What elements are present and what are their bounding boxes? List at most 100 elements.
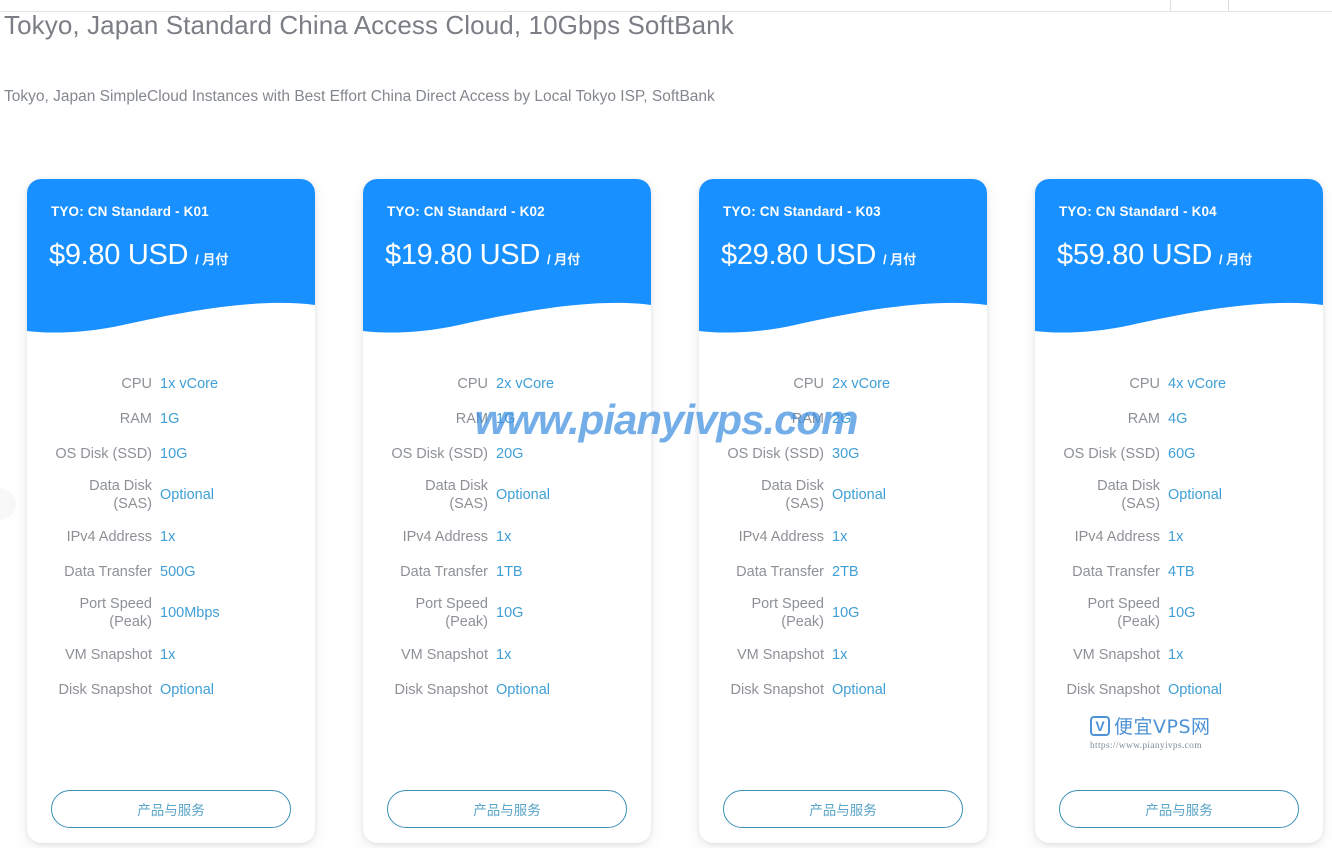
spec-row: Disk Snapshot Optional [27, 673, 315, 708]
spec-row: RAM 1G [27, 402, 315, 437]
spec-row: OS Disk (SSD) 10G [27, 437, 315, 472]
spec-row: Port Speed (Peak) 10G [1035, 590, 1323, 638]
products-and-services-button[interactable]: 产品与服务 [387, 790, 627, 828]
products-and-services-button[interactable]: 产品与服务 [1059, 790, 1299, 828]
spec-value: 10G [160, 445, 188, 462]
spec-row: VM Snapshot 1x [27, 638, 315, 673]
spec-label: OS Disk (SSD) [55, 445, 152, 462]
price-row: $29.80 USD / 月付 [721, 239, 916, 272]
spec-label: RAM [1127, 410, 1160, 427]
spec-label: OS Disk (SSD) [1063, 445, 1160, 462]
spec-row: VM Snapshot 1x [1035, 638, 1323, 673]
spec-label: Disk Snapshot [1066, 681, 1161, 698]
spec-value: 500G [160, 563, 196, 580]
spec-row: OS Disk (SSD) 60G [1035, 437, 1323, 472]
spec-value: 1G [160, 410, 180, 427]
plan-name: TYO: CN Standard - K02 [387, 204, 545, 219]
spec-label: VM Snapshot [1072, 646, 1160, 663]
spec-label: IPv4 Address [1074, 528, 1160, 545]
pricing-card-list: TYO: CN Standard - K01 $9.80 USD / 月付 CPU 1x… [0, 179, 1332, 844]
spec-value: 100Mbps [160, 605, 220, 622]
spec-label: Disk Snapshot [394, 681, 489, 698]
spec-label: Port Speed (Peak) [415, 596, 488, 630]
spec-row: Disk Snapshot Optional [363, 673, 651, 708]
spec-row: IPv4 Address 1x [27, 520, 315, 555]
spec-list: CPU 1x vCore RAM 1G OS Disk (SSD) 10G Data Dis… [27, 367, 315, 708]
spec-label: RAM [119, 410, 152, 427]
spec-label: CPU [1129, 375, 1160, 392]
spec-value: 10G [496, 605, 524, 622]
spec-row: CPU 4x vCore [1035, 367, 1323, 402]
spec-row: RAM 2G [699, 402, 987, 437]
spec-row: VM Snapshot 1x [363, 638, 651, 673]
pricing-card: TYO: CN Standard - K01 $9.80 USD / 月付 CPU 1x… [27, 179, 315, 843]
spec-label: Disk Snapshot [730, 681, 825, 698]
spec-row: Disk Snapshot Optional [1035, 673, 1323, 708]
spec-label: Data Disk (SAS) [761, 478, 824, 512]
top-column-divider-2 [1228, 0, 1229, 11]
spec-row: Data Transfer 500G [27, 555, 315, 590]
spec-label: IPv4 Address [66, 528, 152, 545]
spec-value: Optional [1168, 681, 1223, 698]
spec-label: CPU [793, 375, 824, 392]
spec-value: 1TB [496, 563, 523, 580]
spec-value: 1x vCore [160, 375, 219, 392]
card-header: TYO: CN Standard - K04 $59.80 USD / 月付 [1035, 179, 1323, 334]
plan-name: TYO: CN Standard - K01 [51, 204, 209, 219]
spec-row: Data Transfer 4TB [1035, 555, 1323, 590]
card-header: TYO: CN Standard - K03 $29.80 USD / 月付 [699, 179, 987, 334]
spec-value: 10G [1168, 605, 1196, 622]
spec-value: 2x vCore [496, 375, 555, 392]
spec-row: RAM 4G [1035, 402, 1323, 437]
spec-row: VM Snapshot 1x [699, 638, 987, 673]
spec-label: RAM [791, 410, 824, 427]
plan-name: TYO: CN Standard - K03 [723, 204, 881, 219]
spec-row: Data Transfer 2TB [699, 555, 987, 590]
spec-row: OS Disk (SSD) 30G [699, 437, 987, 472]
spec-list: CPU 2x vCore RAM 2G OS Disk (SSD) 30G Data Dis… [699, 367, 987, 708]
spec-value: 2G [832, 410, 852, 427]
spec-value: 1G [496, 410, 516, 427]
spec-row: CPU 2x vCore [363, 367, 651, 402]
products-and-services-button[interactable]: 产品与服务 [51, 790, 291, 828]
pricing-page: Tokyo, Japan Standard China Access Cloud… [0, 0, 1332, 848]
spec-row: Data Disk (SAS) Optional [699, 472, 987, 520]
spec-value: 1x [1168, 528, 1184, 545]
price-cycle: / 月付 [195, 252, 229, 267]
spec-row: IPv4 Address 1x [363, 520, 651, 555]
price-amount: $29.80 USD [721, 239, 876, 271]
spec-value: 4G [1168, 410, 1188, 427]
spec-row: CPU 2x vCore [699, 367, 987, 402]
spec-value: 60G [1168, 445, 1196, 462]
spec-row: Port Speed (Peak) 100Mbps [27, 590, 315, 638]
products-and-services-button[interactable]: 产品与服务 [723, 790, 963, 828]
spec-value: 1x [832, 528, 848, 545]
pricing-card: TYO: CN Standard - K02 $19.80 USD / 月付 CPU 2… [363, 179, 651, 843]
spec-row: IPv4 Address 1x [1035, 520, 1323, 555]
spec-label: CPU [121, 375, 152, 392]
spec-value: Optional [1168, 487, 1223, 504]
spec-row: OS Disk (SSD) 20G [363, 437, 651, 472]
spec-value: Optional [496, 487, 551, 504]
spec-value: 1x [160, 646, 176, 663]
spec-value: 1x [496, 646, 512, 663]
price-cycle: / 月付 [883, 252, 917, 267]
spec-label: Port Speed (Peak) [751, 596, 824, 630]
spec-label: IPv4 Address [738, 528, 824, 545]
spec-label: IPv4 Address [402, 528, 488, 545]
spec-row: IPv4 Address 1x [699, 520, 987, 555]
spec-label: Data Transfer [400, 563, 488, 580]
spec-value: 2TB [832, 563, 859, 580]
spec-label: OS Disk (SSD) [391, 445, 488, 462]
price-amount: $59.80 USD [1057, 239, 1212, 271]
spec-value: 1x [832, 646, 848, 663]
price-row: $59.80 USD / 月付 [1057, 239, 1252, 272]
spec-row: Data Disk (SAS) Optional [1035, 472, 1323, 520]
spec-value: Optional [832, 487, 887, 504]
spec-list: CPU 4x vCore RAM 4G OS Disk (SSD) 60G Data Dis… [1035, 367, 1323, 708]
spec-value: 2x vCore [832, 375, 891, 392]
spec-value: Optional [160, 681, 215, 698]
spec-label: VM Snapshot [64, 646, 152, 663]
spec-label: VM Snapshot [736, 646, 824, 663]
price-row: $9.80 USD / 月付 [49, 239, 228, 272]
